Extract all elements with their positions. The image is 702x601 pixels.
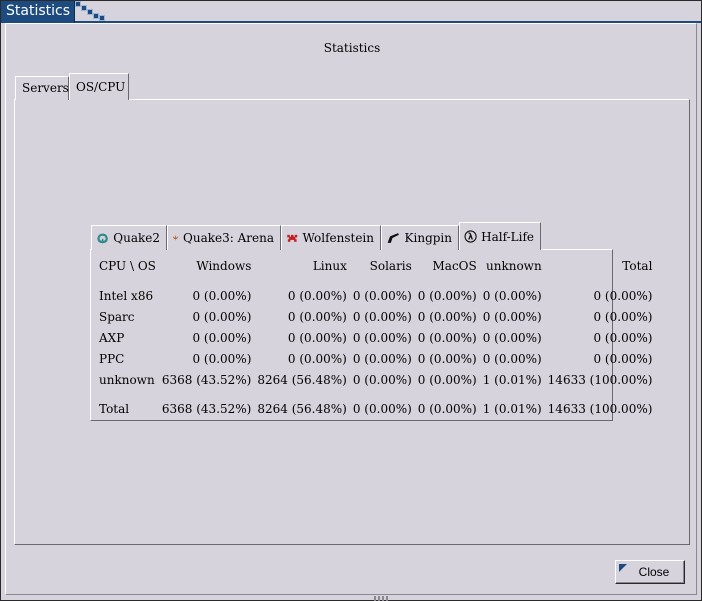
- table-cell: 0 (0.00%): [593, 288, 653, 303]
- os-cpu-table: CPU \ OS Windows Linux Solaris MacOS unk…: [94, 254, 655, 419]
- table-cell: 0 (0.00%): [352, 309, 412, 324]
- table-cell: 1 (0.01%): [482, 372, 542, 387]
- table-cell: 0 (0.00%): [593, 309, 653, 324]
- table-cell: 1 (0.01%): [482, 401, 542, 416]
- tab-quake3-arena[interactable]: Quake3: Arena: [167, 225, 281, 250]
- table-cell: 0 (0.00%): [417, 372, 477, 387]
- row-label: unknown: [99, 372, 155, 387]
- column-header: unknown: [485, 258, 542, 273]
- column-header: Linux: [312, 258, 347, 273]
- table-cell: 6368 (43.52%): [161, 401, 252, 416]
- table-cell: 8264 (56.48%): [257, 372, 347, 387]
- close-button-label: Close: [638, 565, 670, 579]
- table-cell: 0 (0.00%): [287, 288, 347, 303]
- tab-kingpin[interactable]: Kingpin: [381, 225, 459, 250]
- table-cell: 0 (0.00%): [287, 351, 347, 366]
- tab-half-life[interactable]: λ Half-Life: [459, 222, 541, 250]
- table-cell: 0 (0.00%): [593, 330, 653, 345]
- table-cell: 0 (0.00%): [417, 401, 477, 416]
- table-cell: 0 (0.00%): [417, 288, 477, 303]
- table-cell: 0 (0.00%): [417, 330, 477, 345]
- tab-servers[interactable]: Servers: [15, 76, 69, 100]
- table-cell: 14633 (100.00%): [547, 372, 653, 387]
- column-header: CPU \ OS: [99, 258, 156, 273]
- table-header-row: CPU \ OS Windows Linux Solaris MacOS unk…: [94, 254, 655, 277]
- half-life-icon: λ: [464, 230, 477, 243]
- table-cell: 0 (0.00%): [192, 351, 252, 366]
- tab-label: Half-Life: [481, 229, 534, 244]
- table-cell: 0 (0.00%): [482, 288, 542, 303]
- resize-grip[interactable]: [374, 596, 392, 601]
- title-decoration: [73, 1, 109, 23]
- table-row: AXP 0 (0.00%) 0 (0.00%) 0 (0.00%) 0 (0.0…: [94, 327, 655, 348]
- title-bar[interactable]: Statistics: [1, 1, 701, 23]
- column-header: MacOS: [432, 258, 477, 273]
- table-cell: 0 (0.00%): [352, 351, 412, 366]
- statistics-window: Statistics Statistics Servers OS/CPU CPU…: [0, 0, 702, 601]
- table-cell: 0 (0.00%): [352, 372, 412, 387]
- quake3-icon: [172, 235, 179, 241]
- row-label: Intel x86: [99, 288, 154, 303]
- table-cell: 0 (0.00%): [352, 288, 412, 303]
- table-row: Sparc 0 (0.00%) 0 (0.00%) 0 (0.00%) 0 (0…: [94, 306, 655, 327]
- table-row: PPC 0 (0.00%) 0 (0.00%) 0 (0.00%) 0 (0.0…: [94, 348, 655, 369]
- table-cell: 0 (0.00%): [192, 330, 252, 345]
- table-cell: 0 (0.00%): [287, 330, 347, 345]
- table-cell: 14633 (100.00%): [547, 401, 653, 416]
- column-header: Windows: [196, 258, 252, 273]
- table-cell: 0 (0.00%): [192, 309, 252, 324]
- dialog-content: Statistics Servers OS/CPU CPU \ OS Windo…: [5, 23, 697, 595]
- total-row: Total 6368 (43.52%) 8264 (56.48%) 0 (0.0…: [94, 398, 655, 419]
- row-label: Sparc: [99, 309, 135, 324]
- table-cell: 0 (0.00%): [352, 330, 412, 345]
- window-title: Statistics: [6, 3, 70, 19]
- tab-wolfenstein[interactable]: Wolfenstein: [281, 225, 381, 250]
- tab-label: Kingpin: [404, 231, 452, 245]
- half-life-stats-panel: CPU \ OS Windows Linux Solaris MacOS unk…: [90, 249, 652, 421]
- row-label: AXP: [99, 330, 125, 345]
- tab-label: Quake2: [113, 231, 160, 245]
- tab-quake2[interactable]: Quake2: [91, 225, 167, 250]
- table-cell: 0 (0.00%): [192, 288, 252, 303]
- table-cell: 0 (0.00%): [287, 309, 347, 324]
- quake2-icon: [97, 233, 108, 244]
- table-cell: 0 (0.00%): [482, 309, 542, 324]
- row-label: Total: [99, 401, 130, 416]
- table-cell: 0 (0.00%): [593, 351, 653, 366]
- table-cell: 0 (0.00%): [417, 309, 477, 324]
- dialog-heading: Statistics: [323, 41, 381, 55]
- wolfenstein-icon: [287, 234, 298, 242]
- table-cell: 8264 (56.48%): [257, 401, 347, 416]
- table-cell: 0 (0.00%): [352, 401, 412, 416]
- table-row: unknown 6368 (43.52%) 8264 (56.48%) 0 (0…: [94, 369, 655, 390]
- column-header: Total: [622, 258, 653, 273]
- title-tab: Statistics: [1, 1, 75, 23]
- row-label: PPC: [99, 351, 125, 366]
- table-cell: 6368 (43.52%): [161, 372, 252, 387]
- tab-label: Wolfenstein: [302, 231, 374, 245]
- close-button[interactable]: Close: [615, 560, 685, 584]
- table-cell: 0 (0.00%): [417, 351, 477, 366]
- table-cell: 0 (0.00%): [482, 330, 542, 345]
- kingpin-icon: [387, 233, 399, 243]
- table-cell: 0 (0.00%): [482, 351, 542, 366]
- column-header: Solaris: [369, 258, 412, 273]
- tab-os-cpu[interactable]: OS/CPU: [69, 73, 129, 100]
- table-row: Intel x86 0 (0.00%) 0 (0.00%) 0 (0.00%) …: [94, 285, 655, 306]
- svg-text:λ: λ: [468, 233, 474, 243]
- tab-label: Quake3: Arena: [183, 231, 274, 245]
